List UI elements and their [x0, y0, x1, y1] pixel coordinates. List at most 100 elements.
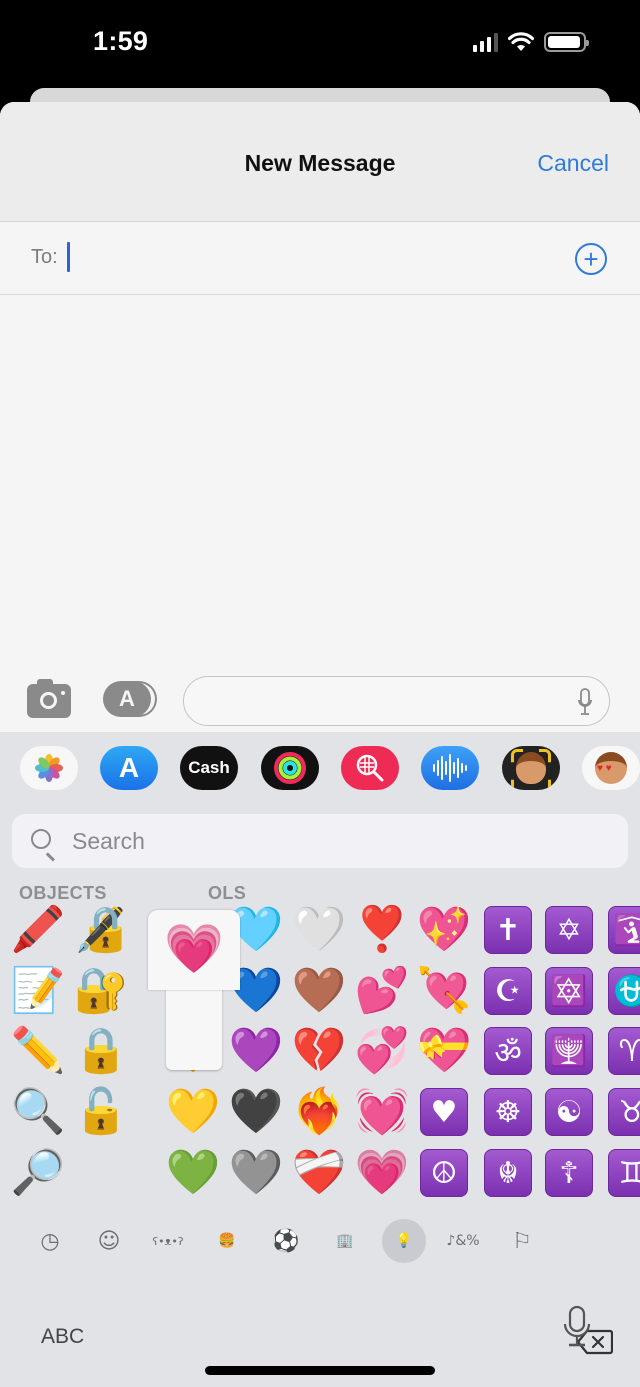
emoji-key[interactable]: 🖍️ — [10, 902, 66, 958]
category-symbols-icon[interactable]: ♪&% — [441, 1219, 485, 1263]
status-time: 1:59 — [93, 26, 149, 56]
emoji-preview-popover: 💗 — [148, 910, 240, 1070]
emoji-key[interactable]: 🔎 — [10, 1145, 66, 1201]
emoji-key[interactable]: 📝 — [10, 963, 66, 1019]
category-objects-icon[interactable]: 💡 — [382, 1219, 426, 1263]
dictation-microphone-icon[interactable] — [562, 1305, 592, 1349]
emoji-key[interactable]: 🔍 — [10, 1084, 66, 1140]
symbol-emoji-key[interactable]: ॐ — [484, 1027, 532, 1075]
memoji-icon — [511, 749, 551, 790]
symbol-emoji-key[interactable]: ✡ — [545, 906, 593, 954]
growing-heart-emoji-preview: 💗 — [164, 923, 224, 976]
home-indicator[interactable] — [205, 1366, 435, 1375]
symbol-emoji-key[interactable]: 🔯 — [545, 967, 593, 1015]
memoji-stickers-app[interactable]: ♥ ♥ — [582, 746, 640, 790]
category-smileys-icon[interactable]: ☺ — [87, 1219, 131, 1263]
symbol-emoji-key[interactable]: ☦ — [545, 1149, 593, 1197]
symbol-emoji-key[interactable]: ♥ — [420, 1088, 468, 1136]
text-caret — [67, 242, 70, 272]
nav-bar: New Message Cancel — [0, 102, 640, 222]
to-field-row: To: + — [0, 222, 640, 295]
app-store-app[interactable]: A — [100, 746, 158, 790]
apps-button[interactable]: A — [103, 681, 157, 717]
apple-cash-label: Cash — [188, 758, 230, 777]
emoji-key[interactable]: 💛 — [165, 1084, 221, 1140]
category-animals-icon[interactable]: ʕ•ᴥ•ʔ — [146, 1219, 190, 1263]
emoji-key[interactable]: 🔏 — [73, 902, 129, 958]
emoji-key[interactable]: 🔓 — [73, 1084, 129, 1140]
symbol-emoji-key[interactable]: ♉ — [608, 1088, 640, 1136]
message-field[interactable] — [183, 676, 610, 726]
emoji-key[interactable]: 💓 — [354, 1084, 410, 1140]
status-icons — [473, 32, 589, 52]
apple-cash-app[interactable]: Cash — [180, 746, 238, 790]
emoji-key[interactable]: 💘 — [416, 963, 472, 1019]
emoji-key[interactable]: 💕 — [354, 963, 410, 1019]
category-activity-icon[interactable]: ⚽ — [264, 1219, 308, 1263]
compose-bar: A — [0, 672, 640, 732]
photos-icon — [35, 754, 63, 782]
emoji-key[interactable]: 🖤 — [228, 1084, 284, 1140]
audio-message-app[interactable] — [421, 746, 479, 790]
photos-app[interactable] — [20, 746, 78, 790]
category-recent-icon[interactable]: ◷ — [28, 1219, 72, 1263]
image-search-app[interactable] — [341, 746, 399, 790]
message-input[interactable] — [200, 685, 560, 717]
memoji-stickers-icon: ♥ ♥ — [595, 752, 627, 784]
audio-waveform-icon — [433, 754, 467, 782]
search-placeholder: Search — [72, 828, 145, 854]
activity-app[interactable] — [261, 746, 319, 790]
symbol-emoji-key[interactable]: ☸ — [484, 1088, 532, 1136]
emoji-key[interactable]: ❤️‍🔥 — [291, 1084, 347, 1140]
symbol-emoji-key[interactable]: ☪ — [484, 967, 532, 1015]
emoji-search-field[interactable]: Search — [12, 814, 628, 868]
emoji-key[interactable]: 🤎 — [291, 963, 347, 1019]
imessage-app-strip: A Cash ♥ ♥ — [0, 746, 640, 790]
recipient-input[interactable] — [66, 238, 546, 278]
cellular-signal-icon — [473, 32, 498, 52]
emoji-key[interactable]: ❣️ — [354, 902, 410, 958]
symbol-emoji-key[interactable]: ♈ — [608, 1027, 640, 1075]
search-icon — [31, 829, 51, 849]
symbol-emoji-key[interactable]: ⛎ — [608, 967, 640, 1015]
emoji-key[interactable]: 💚 — [165, 1145, 221, 1201]
emoji-key[interactable]: 🔐 — [73, 963, 129, 1019]
emoji-key[interactable]: 🤍 — [291, 902, 347, 958]
emoji-key[interactable]: 🔒 — [73, 1023, 129, 1079]
emoji-key[interactable]: ❤️‍🩹 — [291, 1145, 347, 1201]
symbol-emoji-key[interactable]: 🛐 — [608, 906, 640, 954]
emoji-key[interactable]: 💔 — [291, 1023, 347, 1079]
symbol-emoji-key[interactable]: 🕎 — [545, 1027, 593, 1075]
app-store-icon: A — [118, 752, 140, 783]
category-food-icon[interactable]: 🍔 — [205, 1219, 249, 1263]
camera-button[interactable] — [27, 679, 71, 718]
abc-keyboard-button[interactable]: ABC — [41, 1325, 84, 1349]
symbol-emoji-key[interactable]: ✝ — [484, 906, 532, 954]
section-label-objects: OBJECTS — [19, 883, 107, 903]
memoji-app[interactable] — [502, 746, 560, 790]
app-store-icon: A — [103, 681, 151, 717]
wifi-icon — [508, 32, 534, 51]
cancel-button[interactable]: Cancel — [537, 150, 609, 177]
symbol-emoji-key[interactable]: ♊ — [608, 1149, 640, 1197]
category-travel-icon[interactable]: 🏢 — [323, 1219, 367, 1263]
battery-icon — [544, 32, 589, 52]
emoji-key[interactable]: ✏️ — [10, 1023, 66, 1079]
activity-rings-icon — [274, 752, 306, 784]
emoji-key[interactable]: 💖 — [416, 902, 472, 958]
microphone-icon[interactable] — [578, 688, 592, 716]
emoji-category-bar: ◷ ☺ ʕ•ᴥ•ʔ 🍔 ⚽ 🏢 💡 ♪&% ⚐ — [0, 1217, 640, 1265]
image-search-icon — [356, 754, 384, 782]
symbol-emoji-key[interactable]: ☯ — [545, 1088, 593, 1136]
plus-circle-icon: + — [583, 244, 599, 274]
add-contact-button[interactable]: + — [575, 243, 607, 275]
emoji-key[interactable]: 💗 — [354, 1145, 410, 1201]
emoji-key[interactable]: 💝 — [416, 1023, 472, 1079]
camera-icon — [40, 692, 57, 709]
category-flags-icon[interactable]: ⚐ — [500, 1219, 544, 1263]
emoji-key[interactable]: 💞 — [354, 1023, 410, 1079]
emoji-key[interactable]: 🩶 — [228, 1145, 284, 1201]
section-label-symbols: OLS — [208, 883, 247, 903]
symbol-emoji-key[interactable]: ☬ — [484, 1149, 532, 1197]
symbol-emoji-key[interactable]: ☮ — [420, 1149, 468, 1197]
